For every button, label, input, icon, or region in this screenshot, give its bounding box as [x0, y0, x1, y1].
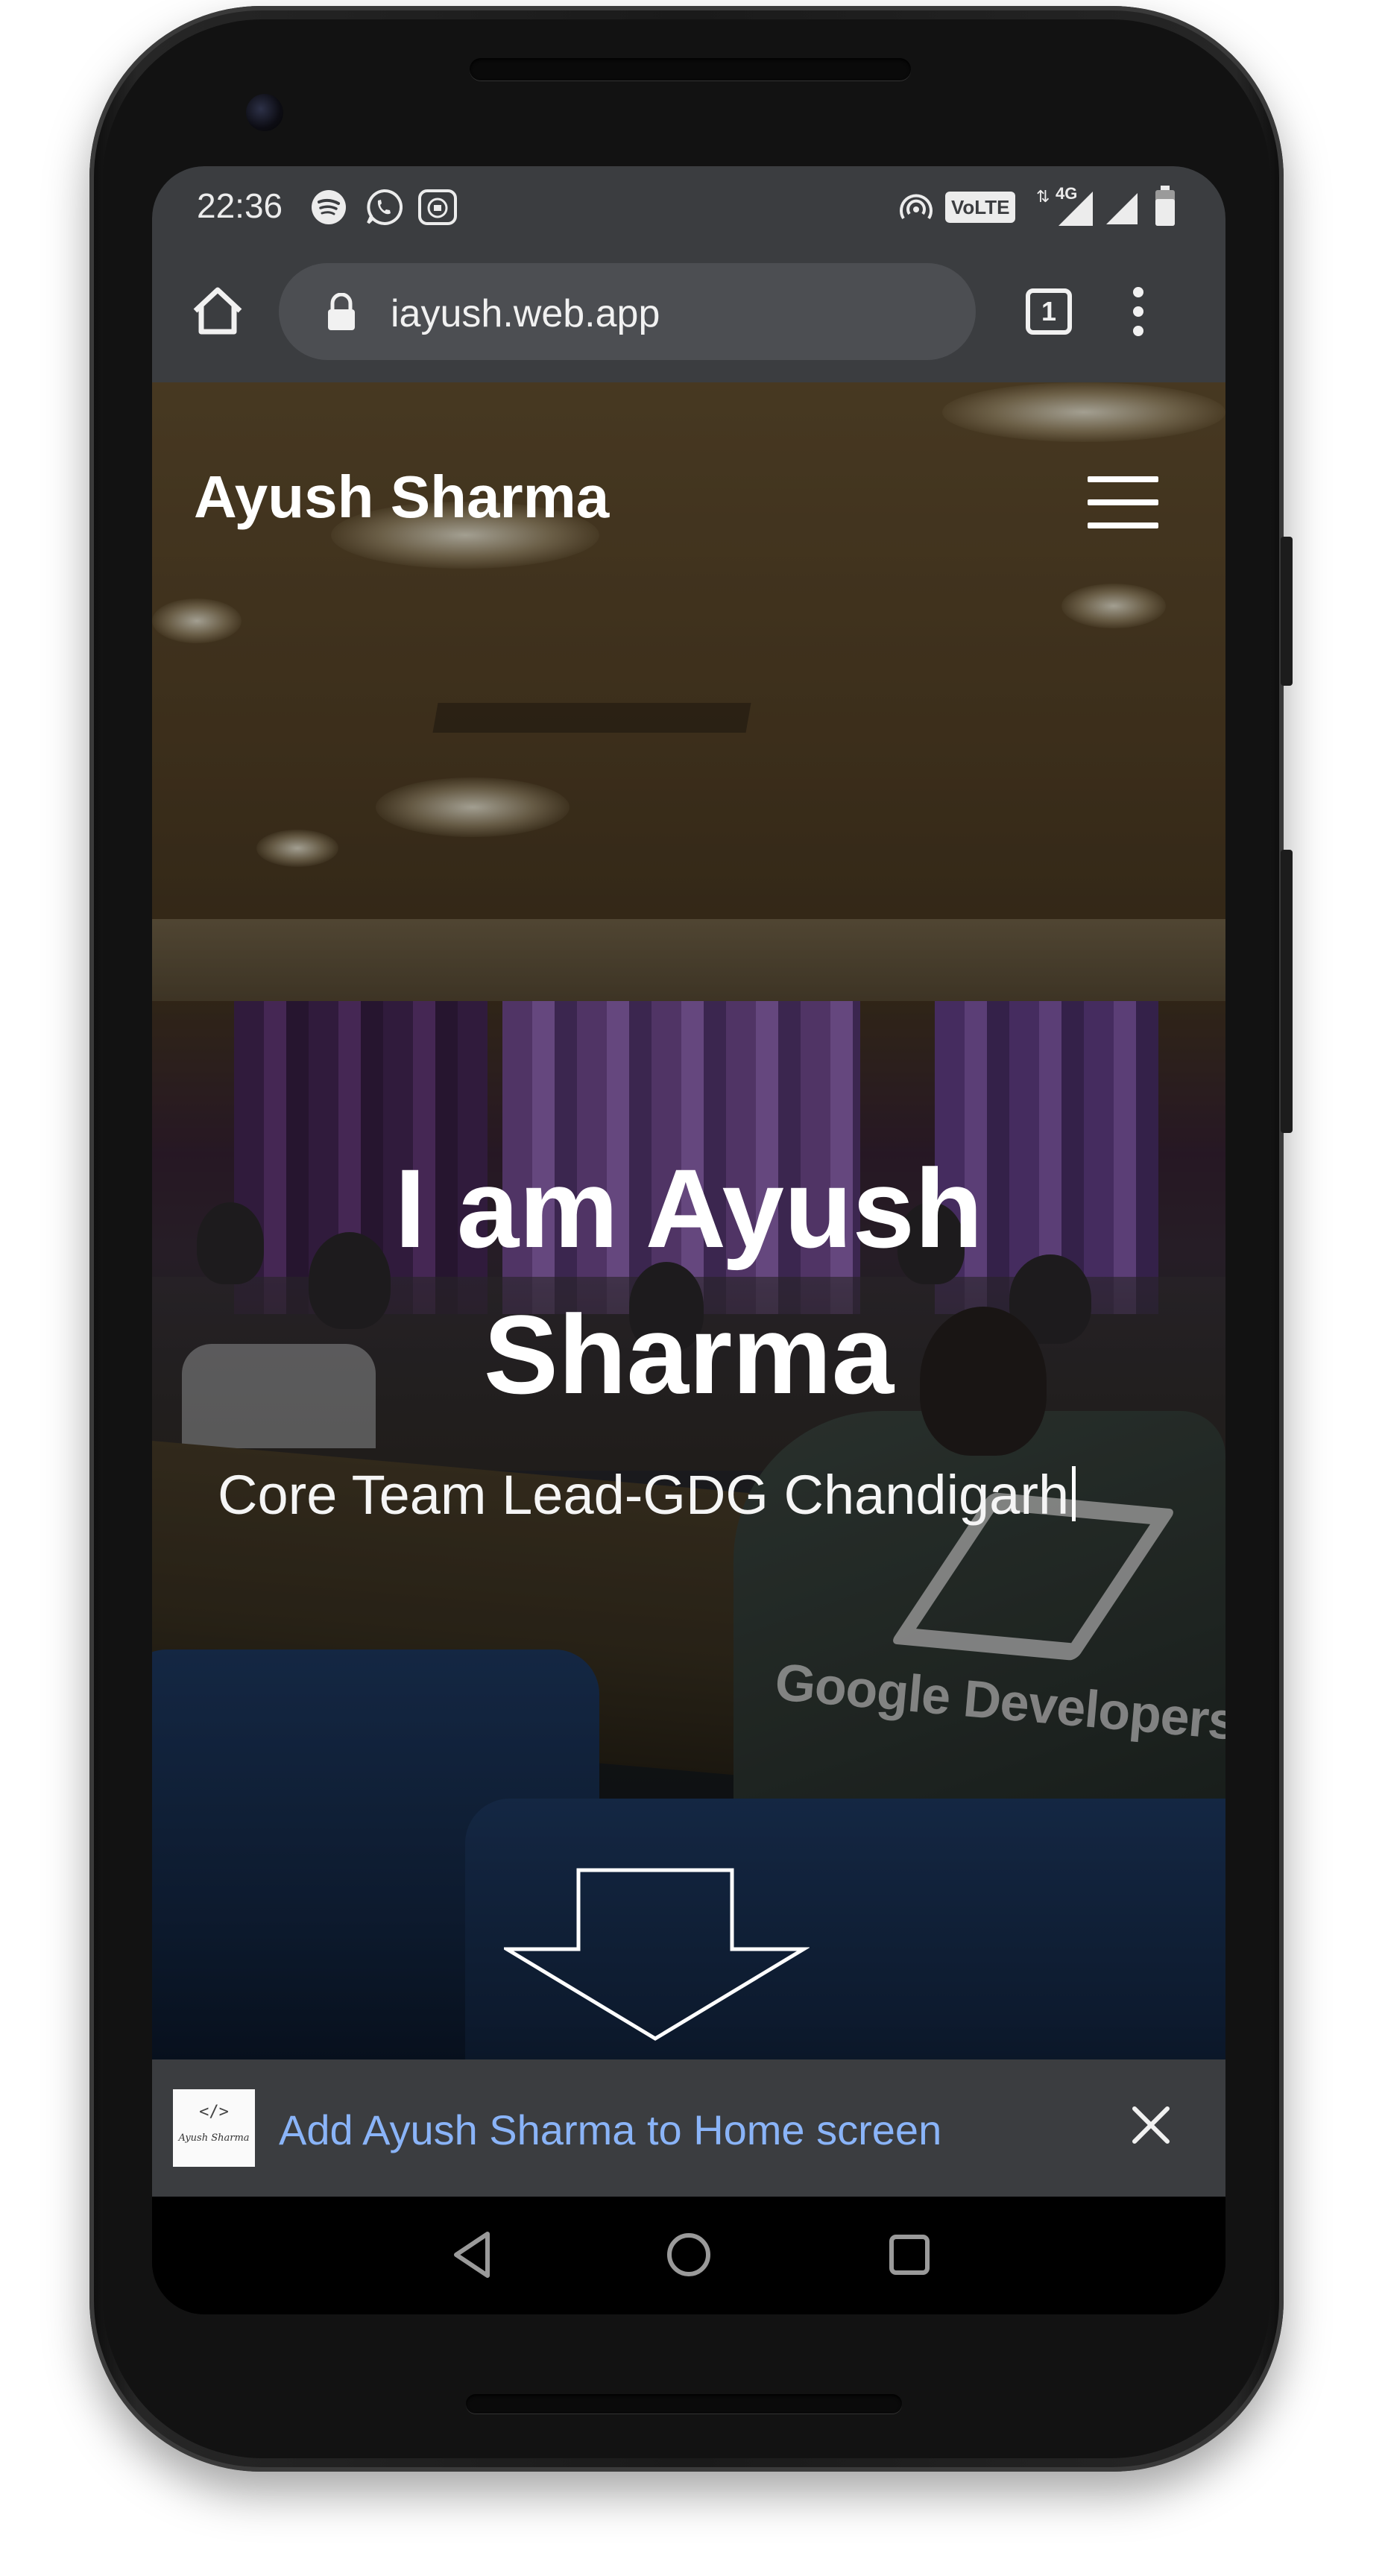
back-icon[interactable] [446, 2228, 499, 2282]
hero-headline: I am Ayush Sharma [152, 1135, 1225, 1427]
tab-count: 1 [1041, 296, 1057, 326]
tab-switcher-button[interactable]: 1 [1026, 288, 1072, 335]
scroll-down-arrow-icon[interactable] [504, 1867, 810, 2046]
front-camera [246, 94, 283, 131]
battery-icon [1155, 186, 1175, 226]
whatsapp-icon [367, 189, 403, 225]
volte-icon: VoLTE [945, 192, 1016, 223]
overflow-menu-icon[interactable] [1127, 285, 1149, 338]
app-icon-caption: Ayush Sharma [178, 2133, 250, 2144]
earpiece-speaker [470, 58, 911, 80]
recents-icon[interactable] [883, 2228, 936, 2282]
close-icon[interactable] [1129, 2103, 1173, 2147]
hero-subtitle: Core Team Lead-GDG Chandigarh [218, 1463, 1076, 1527]
app-icon-code: </> [199, 2103, 229, 2121]
lock-icon [328, 293, 355, 330]
spotify-icon [312, 190, 346, 224]
headline-line1: I am Ayush [394, 1146, 983, 1271]
bottom-speaker [466, 2394, 902, 2414]
site-brand[interactable]: Ayush Sharma [194, 463, 609, 531]
hero-section: Google Developers Ayush Sharma I am Ayus… [152, 382, 1225, 2059]
power-button [1281, 537, 1293, 686]
hamburger-menu-icon[interactable] [1088, 476, 1158, 528]
typing-cursor [1072, 1466, 1076, 1521]
add-to-home-banner: </> Ayush Sharma Add Ayush Sharma to Hom… [152, 2059, 1225, 2197]
add-to-home-link[interactable]: Add Ayush Sharma to Home screen [279, 2106, 941, 2154]
phone-screen: 22:36 VoLTE ⇅ 4G iayush.web.app 1 Google… [152, 166, 1225, 2314]
network-label: 4G [1056, 184, 1078, 203]
browser-chrome: 22:36 VoLTE ⇅ 4G iayush.web.app 1 [152, 166, 1225, 382]
address-bar[interactable]: iayush.web.app [279, 263, 976, 360]
data-arrows-icon: ⇅ [1036, 187, 1050, 206]
volume-button [1281, 850, 1293, 1133]
volte-label: VoLTE [951, 196, 1010, 218]
subtitle-text: Core Team Lead-GDG Chandigarh [218, 1464, 1070, 1526]
status-time: 22:36 [197, 186, 283, 225]
headline-line2: Sharma [483, 1292, 895, 1417]
home-icon[interactable] [189, 284, 246, 336]
mi-app-icon [418, 189, 457, 225]
signal-icon [1106, 193, 1138, 224]
home-circle-icon[interactable] [662, 2228, 716, 2282]
url-text: iayush.web.app [391, 292, 660, 335]
site-app-icon: </> Ayush Sharma [173, 2089, 255, 2167]
hotspot-icon [900, 194, 933, 220]
android-nav-bar [152, 2197, 1225, 2314]
